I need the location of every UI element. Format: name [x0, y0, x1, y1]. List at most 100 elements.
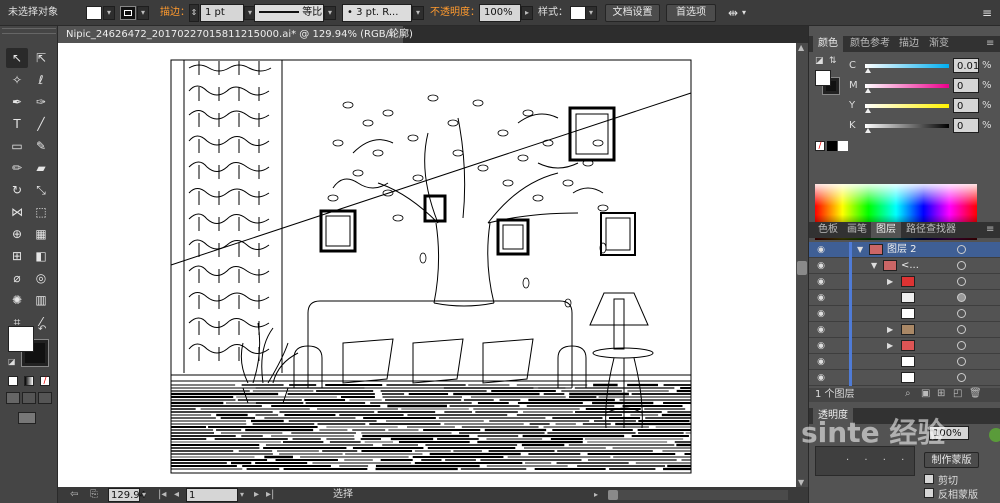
make-mask-button[interactable]: 制作蒙版 [924, 452, 979, 468]
eye-icon[interactable]: ◉ [815, 244, 827, 256]
draw-normal-icon[interactable] [6, 392, 20, 404]
screen-mode-icon[interactable] [18, 412, 36, 424]
swap-colors-icon[interactable]: ↶ [38, 324, 46, 335]
width-tool-icon[interactable]: ⋈ [6, 202, 28, 222]
stroke-weight-field[interactable]: 1 pt [200, 4, 244, 22]
channel-c-bar[interactable] [865, 64, 949, 68]
pen-tool-icon[interactable]: ✒ [6, 92, 28, 112]
channel-c-value[interactable]: 0.01 [953, 58, 979, 73]
layer-row[interactable]: ◉ ▶ [809, 322, 1000, 338]
canvas-area[interactable] [58, 43, 796, 487]
line-tool-icon[interactable]: ╱ [30, 114, 52, 134]
gradient-tool-icon[interactable]: ◧ [30, 246, 52, 266]
layer-row[interactable]: ◉ ▼ <... [809, 258, 1000, 274]
channel-y-thumb[interactable] [865, 108, 871, 113]
eraser-tool-icon[interactable]: ▰ [30, 158, 52, 178]
clip-checkbox[interactable] [924, 474, 934, 484]
target-icon[interactable] [957, 309, 966, 318]
prev-page-icon[interactable]: ◂ [174, 488, 179, 502]
eye-icon[interactable]: ◉ [815, 372, 827, 384]
target-icon[interactable] [957, 357, 966, 366]
target-icon[interactable] [957, 373, 966, 382]
panel-grip[interactable] [2, 28, 56, 34]
lasso-icon[interactable]: ℓ [30, 70, 52, 90]
target-icon[interactable] [957, 341, 966, 350]
eye-icon[interactable]: ◉ [815, 292, 827, 304]
default-colors-icon[interactable]: ◪ [8, 357, 16, 366]
stroke-label[interactable]: 描边： [160, 4, 190, 22]
layer-row[interactable]: ◉ ▶ [809, 338, 1000, 354]
expand-triangle-icon[interactable]: ▶ [887, 324, 893, 336]
slider-k[interactable]: K 0 % [849, 118, 994, 134]
layer-name[interactable]: <... [901, 258, 919, 274]
gradient-mode-icon[interactable] [24, 376, 34, 386]
rotate-tool-icon[interactable]: ↻ [6, 180, 28, 200]
eye-icon[interactable]: ◉ [815, 308, 827, 320]
page-field[interactable]: 1 [186, 488, 238, 502]
hscroll-thumb[interactable] [608, 490, 618, 500]
layer-row[interactable]: ◉ ▶ [809, 274, 1000, 290]
magic-wand-icon[interactable]: ✧ [6, 70, 28, 90]
close-tab-icon[interactable]: × [387, 26, 395, 43]
stroke-dropdown[interactable]: ▾ [137, 6, 149, 20]
white-swatch[interactable] [838, 141, 848, 151]
brush-dropdown[interactable]: ▾ [412, 6, 424, 20]
locate-object-icon[interactable]: ⌕ [905, 388, 911, 399]
channel-k-bar[interactable] [865, 124, 949, 128]
brush-select[interactable]: • 3 pt. R... [342, 4, 412, 22]
fill-color-box-front[interactable] [8, 326, 34, 352]
swap-icon[interactable]: ⇅ [829, 56, 837, 66]
tab-swatches[interactable]: 色板 [813, 222, 843, 238]
scroll-down-icon[interactable]: ▼ [798, 478, 804, 487]
style-dropdown[interactable]: ▾ [585, 6, 597, 20]
expand-triangle-icon[interactable]: ▶ [887, 276, 893, 288]
channel-k-value[interactable]: 0 [953, 118, 979, 133]
eye-icon[interactable]: ◉ [815, 356, 827, 368]
channel-m-bar[interactable] [865, 84, 949, 88]
export-icon[interactable]: ⎘ [90, 488, 98, 502]
tab-brushes[interactable]: 画笔 [842, 222, 872, 238]
none-swatch-icon[interactable]: ∕ [815, 141, 825, 151]
arrange-icon[interactable]: ⇹ [728, 4, 738, 22]
target-icon[interactable] [957, 293, 966, 302]
clip-mask-icon[interactable]: ▣ [921, 388, 930, 399]
channel-m-thumb[interactable] [865, 88, 871, 93]
draw-behind-icon[interactable] [22, 392, 36, 404]
first-page-icon[interactable]: |◂ [158, 488, 166, 502]
channel-y-bar[interactable] [865, 104, 949, 108]
fill-dropdown[interactable]: ▾ [103, 6, 115, 20]
black-swatch[interactable] [827, 141, 837, 151]
type-tool-icon[interactable]: T [6, 114, 28, 134]
style-swatch[interactable] [570, 6, 586, 20]
slider-m[interactable]: M 0 % [849, 78, 994, 94]
zoom-dropdown-icon[interactable]: ▾ [142, 488, 146, 502]
stroke-profile-dropdown[interactable]: ▾ [324, 6, 336, 20]
new-layer-icon[interactable]: ◰ [953, 388, 962, 399]
layer-row[interactable]: ◉ [809, 354, 1000, 370]
layer-row[interactable]: ◉ ▼ 图层 2 [809, 242, 1000, 258]
preferences-button[interactable]: 首选项 [666, 4, 716, 22]
mesh-tool-icon[interactable]: ⊞ [6, 246, 28, 266]
panel-menu-icon[interactable]: ≡ [981, 36, 999, 52]
tab-color-guide[interactable]: 颜色参考 [845, 36, 895, 52]
selection-tool-icon[interactable]: ↖ [6, 48, 28, 68]
new-sublayer-icon[interactable]: ⊞ [937, 388, 945, 399]
perspective-grid-tool-icon[interactable]: ▦ [30, 224, 52, 244]
eye-icon[interactable]: ◉ [815, 260, 827, 272]
none-mode-icon[interactable]: ∕ [40, 376, 50, 386]
last-page-icon[interactable]: ▸| [266, 488, 274, 502]
scrollbar-thumb[interactable] [797, 261, 807, 275]
pencil-tool-icon[interactable]: ✏ [6, 158, 28, 178]
shape-builder-tool-icon[interactable]: ⊕ [6, 224, 28, 244]
status-menu-icon[interactable]: ▸ [594, 488, 598, 502]
stroke-weight-stepper[interactable]: ⇕ [189, 4, 199, 22]
opacity-label[interactable]: 不透明度： [430, 4, 480, 22]
expand-triangle-icon[interactable]: ▼ [857, 244, 863, 256]
target-icon[interactable] [957, 325, 966, 334]
slider-c[interactable]: C 0.01 % [849, 58, 994, 74]
eye-icon[interactable]: ◉ [815, 340, 827, 352]
color-fill-swatch-front[interactable] [815, 70, 831, 86]
channel-c-thumb[interactable] [865, 68, 871, 73]
layers-menu-icon[interactable]: ≡ [981, 222, 999, 238]
eye-icon[interactable]: ◉ [815, 324, 827, 336]
